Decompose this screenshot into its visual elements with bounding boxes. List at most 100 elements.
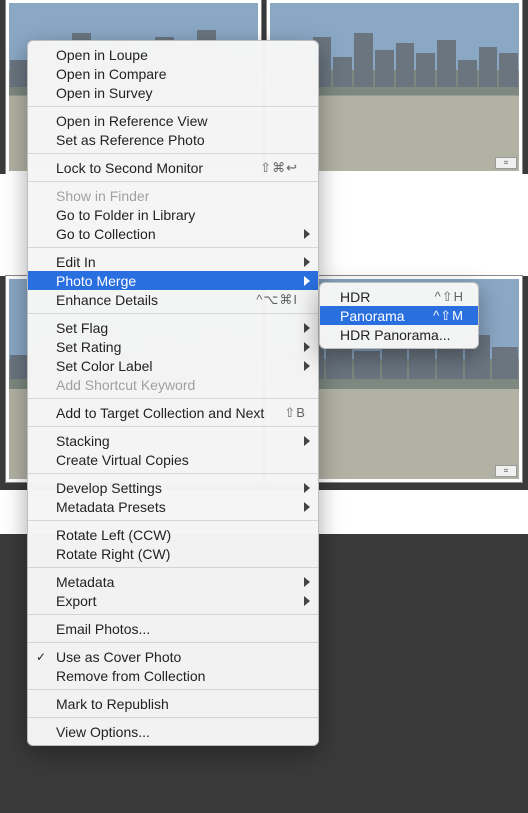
menu-item-metadata-presets[interactable]: Metadata Presets xyxy=(28,497,318,516)
menu-label: Export xyxy=(56,593,298,609)
menu-label: Set Flag xyxy=(56,320,298,336)
chevron-right-icon xyxy=(304,342,310,352)
menu-label: Go to Collection xyxy=(56,226,298,242)
menu-label: Open in Compare xyxy=(56,66,298,82)
menu-item-open-loupe[interactable]: Open in Loupe xyxy=(28,45,318,64)
menu-item-open-survey[interactable]: Open in Survey xyxy=(28,83,318,102)
menu-item-enhance-details[interactable]: Enhance Details ^⌥⌘I xyxy=(28,290,318,309)
chevron-right-icon xyxy=(304,502,310,512)
menu-item-rotate-left[interactable]: Rotate Left (CCW) xyxy=(28,525,318,544)
menu-label: Set as Reference Photo xyxy=(56,132,298,148)
chevron-right-icon xyxy=(304,229,310,239)
menu-label: Remove from Collection xyxy=(56,668,298,684)
menu-separator xyxy=(28,689,318,690)
menu-separator xyxy=(28,520,318,521)
menu-shortcut: ^⌥⌘I xyxy=(256,292,298,308)
menu-label: Add Shortcut Keyword xyxy=(56,377,298,393)
chevron-right-icon xyxy=(304,361,310,371)
menu-label: Create Virtual Copies xyxy=(56,452,298,468)
menu-item-metadata[interactable]: Metadata xyxy=(28,572,318,591)
menu-label: Metadata xyxy=(56,574,298,590)
menu-label: Set Rating xyxy=(56,339,298,355)
chevron-right-icon xyxy=(304,577,310,587)
menu-item-use-cover[interactable]: ✓ Use as Cover Photo xyxy=(28,647,318,666)
menu-item-open-reference[interactable]: Open in Reference View xyxy=(28,111,318,130)
chevron-right-icon xyxy=(304,483,310,493)
menu-item-show-finder: Show in Finder xyxy=(28,186,318,205)
menu-item-remove-collection[interactable]: Remove from Collection xyxy=(28,666,318,685)
menu-label: Use as Cover Photo xyxy=(56,649,298,665)
chevron-right-icon xyxy=(304,596,310,606)
menu-item-add-keyword: Add Shortcut Keyword xyxy=(28,375,318,394)
chevron-right-icon xyxy=(304,257,310,267)
menu-label: HDR xyxy=(340,289,427,305)
menu-label: Develop Settings xyxy=(56,480,298,496)
menu-item-edit-in[interactable]: Edit In xyxy=(28,252,318,271)
thumb-badge-icon: ⌗ xyxy=(495,157,517,169)
menu-label: Show in Finder xyxy=(56,188,298,204)
menu-shortcut: ⇧B xyxy=(284,405,306,421)
menu-label: Enhance Details xyxy=(56,292,236,308)
menu-label: View Options... xyxy=(56,724,298,740)
menu-item-set-reference[interactable]: Set as Reference Photo xyxy=(28,130,318,149)
menu-item-add-target[interactable]: Add to Target Collection and Next ⇧B xyxy=(28,403,318,422)
menu-item-go-folder[interactable]: Go to Folder in Library xyxy=(28,205,318,224)
menu-item-open-compare[interactable]: Open in Compare xyxy=(28,64,318,83)
submenu-item-hdr-panorama[interactable]: HDR Panorama... xyxy=(320,325,478,344)
menu-item-set-flag[interactable]: Set Flag xyxy=(28,318,318,337)
menu-label: HDR Panorama... xyxy=(340,327,464,343)
menu-shortcut: ⇧⌘↩ xyxy=(260,160,298,176)
menu-label: Set Color Label xyxy=(56,358,298,374)
menu-item-set-rating[interactable]: Set Rating xyxy=(28,337,318,356)
thumb-badge-icon: ⌗ xyxy=(495,465,517,477)
menu-label: Open in Survey xyxy=(56,85,298,101)
menu-item-stacking[interactable]: Stacking xyxy=(28,431,318,450)
menu-separator xyxy=(28,153,318,154)
menu-item-develop-settings[interactable]: Develop Settings xyxy=(28,478,318,497)
chevron-right-icon xyxy=(304,436,310,446)
chevron-right-icon xyxy=(304,323,310,333)
menu-item-virtual-copies[interactable]: Create Virtual Copies xyxy=(28,450,318,469)
menu-label: Email Photos... xyxy=(56,621,298,637)
menu-item-export[interactable]: Export xyxy=(28,591,318,610)
menu-separator xyxy=(28,473,318,474)
menu-separator xyxy=(28,426,318,427)
menu-separator xyxy=(28,106,318,107)
menu-label: Rotate Left (CCW) xyxy=(56,527,298,543)
menu-item-mark-republish[interactable]: Mark to Republish xyxy=(28,694,318,713)
menu-label: Panorama xyxy=(340,308,425,324)
menu-item-go-collection[interactable]: Go to Collection xyxy=(28,224,318,243)
menu-item-photo-merge[interactable]: Photo Merge xyxy=(28,271,318,290)
menu-item-rotate-right[interactable]: Rotate Right (CW) xyxy=(28,544,318,563)
menu-item-lock-monitor[interactable]: Lock to Second Monitor ⇧⌘↩ xyxy=(28,158,318,177)
menu-separator xyxy=(28,247,318,248)
menu-separator xyxy=(28,313,318,314)
menu-label: Rotate Right (CW) xyxy=(56,546,298,562)
context-menu: Open in Loupe Open in Compare Open in Su… xyxy=(27,40,319,746)
menu-label: Edit In xyxy=(56,254,298,270)
menu-label: Open in Loupe xyxy=(56,47,298,63)
menu-separator xyxy=(28,181,318,182)
menu-label: Photo Merge xyxy=(56,273,298,289)
submenu-photo-merge: HDR ^⇧H Panorama ^⇧M HDR Panorama... xyxy=(319,282,479,349)
menu-label: Mark to Republish xyxy=(56,696,298,712)
menu-separator xyxy=(28,614,318,615)
menu-label: Lock to Second Monitor xyxy=(56,160,240,176)
menu-separator xyxy=(28,717,318,718)
menu-shortcut: ^⇧H xyxy=(435,289,464,305)
menu-label: Metadata Presets xyxy=(56,499,298,515)
menu-separator xyxy=(28,642,318,643)
menu-label: Stacking xyxy=(56,433,298,449)
chevron-right-icon xyxy=(304,276,310,286)
submenu-item-hdr[interactable]: HDR ^⇧H xyxy=(320,287,478,306)
menu-shortcut: ^⇧M xyxy=(433,308,464,324)
menu-label: Add to Target Collection and Next xyxy=(56,405,264,421)
submenu-item-panorama[interactable]: Panorama ^⇧M xyxy=(320,306,478,325)
menu-separator xyxy=(28,398,318,399)
menu-separator xyxy=(28,567,318,568)
menu-item-set-color[interactable]: Set Color Label xyxy=(28,356,318,375)
menu-label: Open in Reference View xyxy=(56,113,298,129)
menu-item-view-options[interactable]: View Options... xyxy=(28,722,318,741)
menu-item-email-photos[interactable]: Email Photos... xyxy=(28,619,318,638)
check-icon: ✓ xyxy=(36,650,46,664)
